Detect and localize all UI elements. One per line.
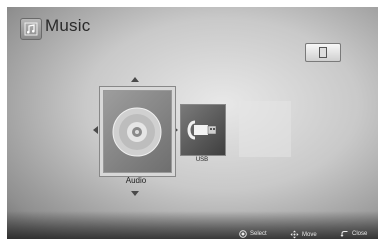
device-label-audio: Audio bbox=[125, 176, 147, 185]
arrow-up-icon bbox=[131, 77, 139, 82]
enter-button-icon bbox=[239, 230, 247, 238]
hint-close-label: Close bbox=[352, 231, 368, 237]
direction-pad-icon bbox=[290, 230, 299, 239]
device-audio[interactable] bbox=[100, 87, 175, 176]
arrow-left-icon bbox=[93, 126, 98, 134]
usb-plug-icon bbox=[187, 120, 217, 140]
hint-select-label: Select bbox=[250, 231, 267, 237]
footer-bar bbox=[7, 211, 378, 239]
music-note-icon bbox=[20, 18, 42, 40]
empty-device-slot bbox=[239, 101, 291, 157]
disc-icon bbox=[112, 107, 162, 157]
device-label-usb: USB bbox=[195, 157, 209, 163]
back-arrow-icon bbox=[340, 231, 348, 237]
hint-close: Close bbox=[340, 230, 367, 238]
arrow-down-icon bbox=[131, 191, 139, 196]
device-usb[interactable] bbox=[180, 104, 226, 156]
music-screen: Music Audio USB Select Move Close bbox=[7, 7, 378, 239]
hint-move-label: Move bbox=[302, 231, 317, 238]
hint-select: Select bbox=[239, 230, 267, 238]
sd-card-button[interactable] bbox=[305, 43, 341, 62]
page-title: Music bbox=[45, 16, 91, 35]
sd-card-icon bbox=[319, 47, 327, 58]
hint-move: Move bbox=[290, 230, 317, 239]
